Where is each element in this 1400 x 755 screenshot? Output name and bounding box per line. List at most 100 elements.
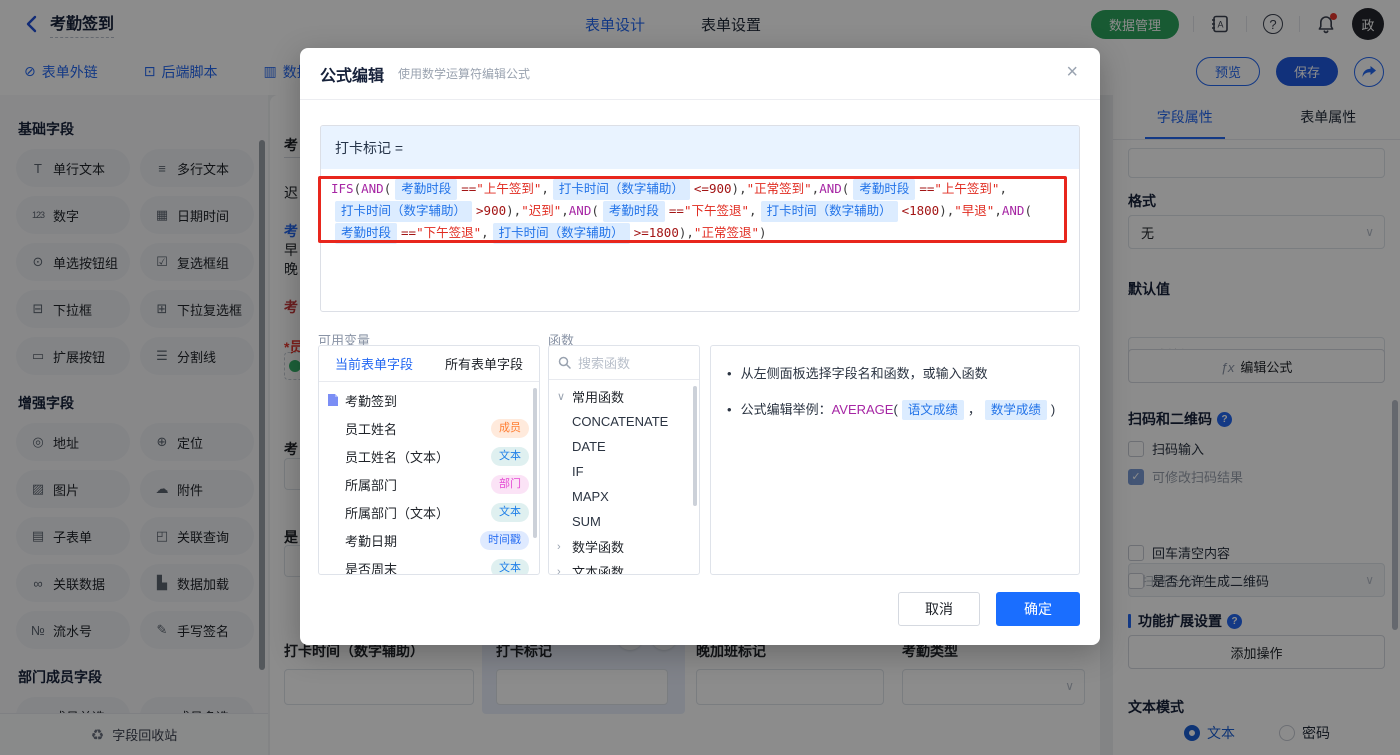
formula-token: >= [633,225,649,240]
modal-title: 公式编辑 [320,67,385,85]
type-badge: 部门 [491,474,529,494]
variable-item[interactable]: 所属部门 部门 [319,470,539,498]
variables-panel: 当前表单字段 所有表单字段 考勤签到 员工姓名 成员 员工姓名（文本） 文本 所属部门部… [318,345,540,575]
formula-token: == [919,181,935,196]
formula-token: "早退" [954,203,995,218]
formula-token: < [901,203,910,218]
type-badge: 时间戳 [480,530,529,550]
screen: 考勤签到 表单设计 表单设置 数据管理 A ? 政 ⊘表单外链 ⊡后端脚本 ▥数… [0,0,1400,755]
search-placeholder: 搜索函数 [578,356,631,371]
formula-token: , [749,203,757,218]
formula-token: "迟到" [521,203,562,218]
formula-help-panel: • 从左侧面板选择字段名和函数，或输入函数 • 公式编辑举例：AVERAGE(语文… [710,345,1080,575]
formula-token: "上午签到" [934,181,1000,196]
tab-all-form-fields[interactable]: 所有表单字段 [429,346,539,381]
function-item[interactable]: IF [549,459,699,484]
type-badge: 文本 [491,446,529,466]
formula-input[interactable]: IFS(AND(考勤时段 =="上午签到", 打卡时间（数字辅助） <=900),"正… [321,169,1079,253]
formula-token: ( [383,181,392,196]
formula-token: AND [361,181,384,196]
formula-token: <= [693,181,709,196]
formula-token: 1800 [648,225,679,240]
variable-name: 考勤日期 [345,533,398,549]
formula-editor-box[interactable]: 打卡标记 = IFS(AND(考勤时段 =="上午签到", 打卡时间（数字辅助） <=… [320,125,1080,312]
formula-token: ( [591,203,599,218]
formula-token: , [541,181,549,196]
variable-item[interactable]: 考勤日期 时间戳 [319,526,539,554]
functions-panel: 搜索函数 ∨ 常用函数 CONCATENATE DATE IF MAPX SUM › 数学函数 ›… [548,345,700,575]
search-icon [558,356,571,369]
formula-token: 1800 [909,203,940,218]
formula-token: == [668,203,684,218]
variable-item[interactable]: 员工姓名 成员 [319,414,539,442]
formula-token: ), [678,225,694,240]
field-chip: 考勤时段 [335,223,398,244]
field-chip: 打卡时间（数字辅助） [760,201,898,222]
tab-current-form-fields[interactable]: 当前表单字段 [319,346,429,381]
function-group-label: 常用函数 [572,390,625,405]
cancel-button[interactable]: 取消 [898,592,980,626]
formula-token: > [476,203,484,218]
variables-root-node[interactable]: 考勤签到 [319,386,539,414]
formula-token: == [401,225,417,240]
formula-editor-modal: 公式编辑 使用数学运算符编辑公式 × 打卡标记 = IFS(AND(考勤时段 ==… [300,48,1100,645]
function-group-label: 文本函数 [572,565,625,575]
functions-scrollbar[interactable] [693,386,697,506]
field-chip: 考勤时段 [602,201,665,222]
help-line-1: 从左侧面板选择字段名和函数，或输入函数 [740,366,988,381]
type-badge: 文本 [491,502,529,522]
variable-name: 所属部门 [345,477,398,493]
formula-token: "上午签到" [476,181,542,196]
formula-token: AND [819,181,842,196]
caret-down-icon: ∨ [557,391,566,403]
variables-scrollbar[interactable] [533,388,537,538]
formula-token: ), [939,203,955,218]
formula-token: ), [731,181,747,196]
formula-token: IFS [331,181,354,196]
type-badge: 文本 [491,558,529,574]
formula-token: ) [758,225,767,240]
formula-token: "正常签到" [746,181,812,196]
formula-token: ( [841,181,850,196]
formula-token: == [461,181,477,196]
caret-right-icon: › [557,540,561,553]
variable-item[interactable]: 员工姓名（文本） 文本 [319,442,539,470]
function-item[interactable]: CONCATENATE [549,409,699,434]
bullet: • [727,402,732,417]
function-group[interactable]: ∨ 常用函数 [549,384,699,409]
type-badge: 成员 [491,418,529,438]
variable-name: 员工姓名（文本） [345,449,450,465]
function-group-label: 数学函数 [572,540,625,555]
variable-name: 员工姓名 [345,421,398,437]
variable-item[interactable]: 是否周末 文本 [319,554,539,574]
formula-token: , [561,203,569,218]
function-search-input[interactable]: 搜索函数 [549,346,699,380]
formula-token: 900 [708,181,732,196]
form-doc-icon [328,394,338,406]
formula-token: , [994,203,1002,218]
modal-subtitle: 使用数学运算符编辑公式 [398,67,531,81]
formula-token: ( [353,181,362,196]
formula-token: , [999,181,1007,196]
function-group[interactable]: › 数学函数 [549,534,699,559]
function-item[interactable]: SUM [549,509,699,534]
field-chip: 打卡时间（数字辅助） [335,201,473,222]
function-group[interactable]: › 文本函数 [549,559,699,575]
bullet: • [727,366,732,381]
field-chip: 打卡时间（数字辅助） [492,223,630,244]
formula-token: , [481,225,489,240]
confirm-button[interactable]: 确定 [996,592,1080,626]
field-chip: 打卡时间（数字辅助） [552,179,690,200]
function-item[interactable]: MAPX [549,484,699,509]
caret-right-icon: › [557,565,561,575]
help-line-2: 公式编辑举例：AVERAGE(语文成绩，数学成绩) [741,400,1055,420]
formula-token: 900 [483,203,507,218]
formula-token: AND [568,203,592,218]
formula-token: AND [1001,203,1025,218]
close-icon[interactable]: × [1066,62,1078,82]
function-item[interactable]: DATE [549,434,699,459]
variable-item[interactable]: 所属部门（文本） 文本 [319,498,539,526]
formula-token: "正常签退" [693,225,759,240]
formula-token: "下午签退" [416,225,482,240]
formula-token: ), [506,203,522,218]
